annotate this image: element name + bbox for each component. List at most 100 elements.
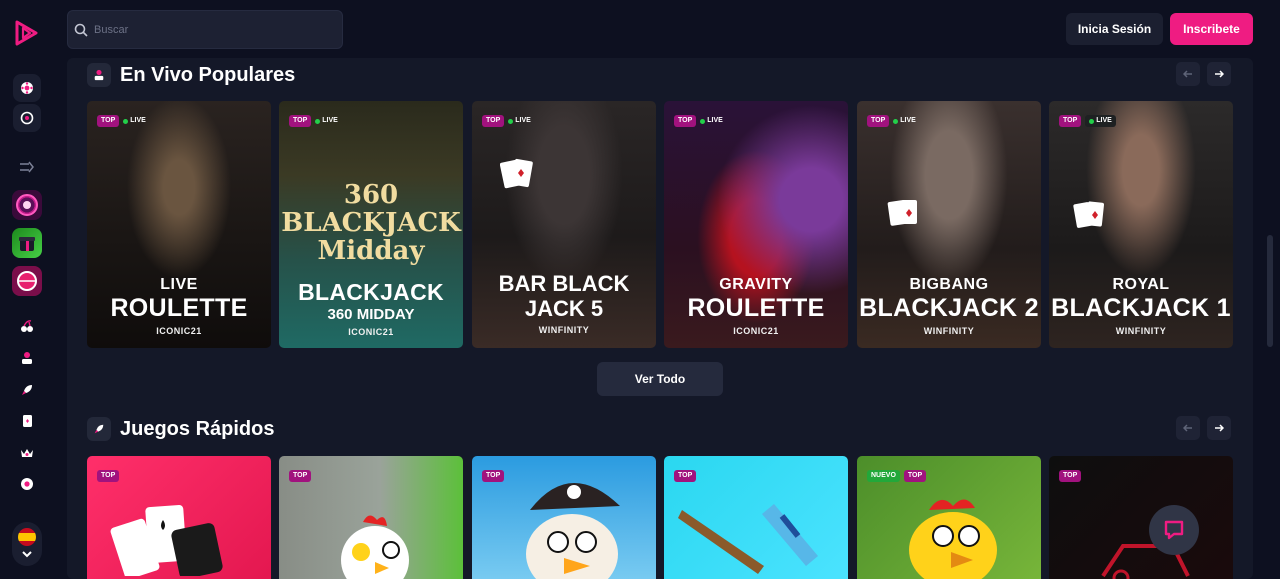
card-line2: ROULETTE — [110, 294, 248, 322]
prev-arrow-button[interactable] — [1176, 416, 1200, 440]
card-title: GRAVITY ROULETTE ICONIC21 — [664, 276, 848, 336]
crown-icon — [21, 449, 33, 457]
prev-arrow-button[interactable] — [1176, 62, 1200, 86]
card-provider: ICONIC21 — [348, 327, 394, 337]
card-tags: TOP LIVE — [289, 115, 338, 127]
sidebar-item-fast-games[interactable] — [17, 380, 37, 400]
card-provider: ICONIC21 — [733, 326, 779, 336]
rocket-icon — [22, 385, 32, 395]
sidebar — [0, 0, 54, 579]
view-all-button[interactable]: Ver Todo — [597, 362, 723, 396]
arrow-left-icon — [1183, 424, 1192, 432]
search-bar[interactable] — [67, 10, 343, 49]
rocket-icon — [87, 417, 111, 441]
card-line1: BIGBANG — [909, 276, 989, 293]
next-arrow-button[interactable] — [1207, 416, 1231, 440]
card-tags: TOP — [674, 470, 697, 482]
tag-top: TOP — [97, 115, 120, 127]
playing-cards-icon — [500, 158, 533, 189]
sidebar-collapse-button[interactable] — [17, 157, 37, 177]
chevron-down-icon — [22, 551, 32, 558]
sidebar-thumb-roulette[interactable] — [12, 190, 42, 220]
next-arrow-button[interactable] — [1207, 62, 1231, 86]
tag-live: LIVE — [508, 117, 531, 125]
card-title: BIGBANG BLACKJACK 2 WINFINITY — [857, 276, 1041, 336]
card-tags: NUEVO TOP — [867, 470, 927, 482]
chicken-icon — [341, 515, 409, 579]
tag-top: TOP — [674, 470, 697, 482]
game-card[interactable]: TOP LIVE ROYAL BLACKJACK 1 WINFINITY — [1049, 101, 1233, 348]
sidebar-thumb-wheel[interactable] — [12, 266, 42, 296]
tag-top: TOP — [674, 115, 697, 127]
sidebar-item-roulette[interactable] — [17, 474, 37, 494]
game-card[interactable]: TOP — [1049, 456, 1233, 579]
chat-button[interactable] — [1149, 505, 1199, 555]
card-line1: LIVE — [160, 276, 198, 293]
game-card[interactable]: TOP LIVE 360 BLACKJACK Midday BLACKJACK … — [279, 101, 463, 348]
roulette-icon — [21, 478, 33, 490]
live-dot-icon — [123, 118, 129, 124]
game-card[interactable]: TOP LIVE BAR BLACK JACK 5 WINFINITY — [472, 101, 656, 348]
game-card[interactable]: TOP — [279, 456, 463, 579]
card-line1: BAR BLACK — [498, 271, 630, 296]
card-tags: TOP LIVE — [1059, 115, 1116, 127]
arrow-right-icon — [1215, 424, 1224, 432]
sidebar-item-slots[interactable] — [17, 316, 37, 336]
card-tags: TOP — [289, 470, 312, 482]
search-input[interactable] — [94, 23, 324, 36]
sidebar-item-live-casino[interactable] — [17, 348, 37, 368]
game-card[interactable]: TOP — [87, 456, 271, 579]
card-line1: BLACKJACK — [298, 279, 444, 305]
game-card[interactable]: TOP — [664, 456, 848, 579]
card-line2: BLACKJACK 2 — [859, 294, 1039, 322]
game-card[interactable]: TOP LIVE GRAVITY ROULETTE ICONIC21 — [664, 101, 848, 348]
login-button[interactable]: Inicia Sesión — [1066, 13, 1163, 45]
tag-live: LIVE — [1085, 115, 1116, 127]
game-card[interactable]: NUEVO TOP — [857, 456, 1041, 579]
spain-flag-icon — [18, 528, 36, 546]
collapse-icon — [20, 161, 34, 173]
card-line2: BLACKJACK 1 — [1051, 294, 1231, 322]
chat-icon — [1164, 520, 1184, 540]
wheel-thumb-icon — [17, 271, 37, 291]
cherries-icon — [21, 320, 33, 332]
game-card[interactable]: TOP — [472, 456, 656, 579]
tag-top: TOP — [289, 115, 312, 127]
card-tags: TOP LIVE — [674, 115, 723, 127]
card-tags: TOP — [97, 470, 120, 482]
language-selector[interactable] — [12, 522, 42, 566]
live-dot-icon — [700, 118, 706, 124]
card-tags: TOP LIVE — [867, 115, 916, 127]
tag-new: NUEVO — [867, 470, 900, 482]
casino-chip-icon — [21, 82, 33, 94]
card-title: ROYAL BLACKJACK 1 WINFINITY — [1049, 276, 1233, 336]
tag-top: TOP — [97, 470, 120, 482]
card-line1: ROYAL — [1112, 276, 1170, 293]
sidebar-item-vip[interactable] — [17, 443, 37, 463]
live-wheel-icon — [20, 111, 34, 125]
sidebar-item-table-games[interactable] — [17, 411, 37, 431]
blackjack-cards-icon — [110, 505, 223, 576]
section-title: En Vivo Populares — [120, 63, 296, 86]
card-provider: ICONIC21 — [156, 326, 202, 336]
gold-chicken-icon — [909, 499, 997, 579]
main-content: En Vivo Populares TOP LIVE LIVE ROULETTE… — [67, 58, 1253, 579]
sidebar-live-button[interactable] — [13, 104, 41, 132]
sidebar-thumb-gift[interactable] — [12, 228, 42, 258]
card-line2: ROULETTE — [687, 294, 825, 322]
page-scrollbar[interactable] — [1267, 235, 1273, 347]
tag-top: TOP — [867, 115, 890, 127]
brand-logo-icon[interactable] — [14, 19, 40, 47]
card-provider: WINFINITY — [538, 325, 590, 335]
game-card[interactable]: TOP LIVE LIVE ROULETTE ICONIC21 — [87, 101, 271, 348]
card-title: BLACKJACK 360 MIDDAY ICONIC21 — [279, 278, 463, 337]
game-card[interactable]: TOP LIVE BIGBANG BLACKJACK 2 WINFINITY — [857, 101, 1041, 348]
cards-icon — [23, 415, 32, 427]
sidebar-casino-button[interactable] — [13, 74, 41, 102]
tag-live: LIVE — [700, 117, 723, 125]
live-dot-icon — [1089, 118, 1095, 124]
section-header-live: En Vivo Populares — [87, 62, 295, 88]
register-button[interactable]: Inscribete — [1170, 13, 1253, 45]
card-title: BAR BLACK JACK 5 WINFINITY — [472, 271, 656, 335]
card-title: LIVE ROULETTE ICONIC21 — [87, 276, 271, 336]
